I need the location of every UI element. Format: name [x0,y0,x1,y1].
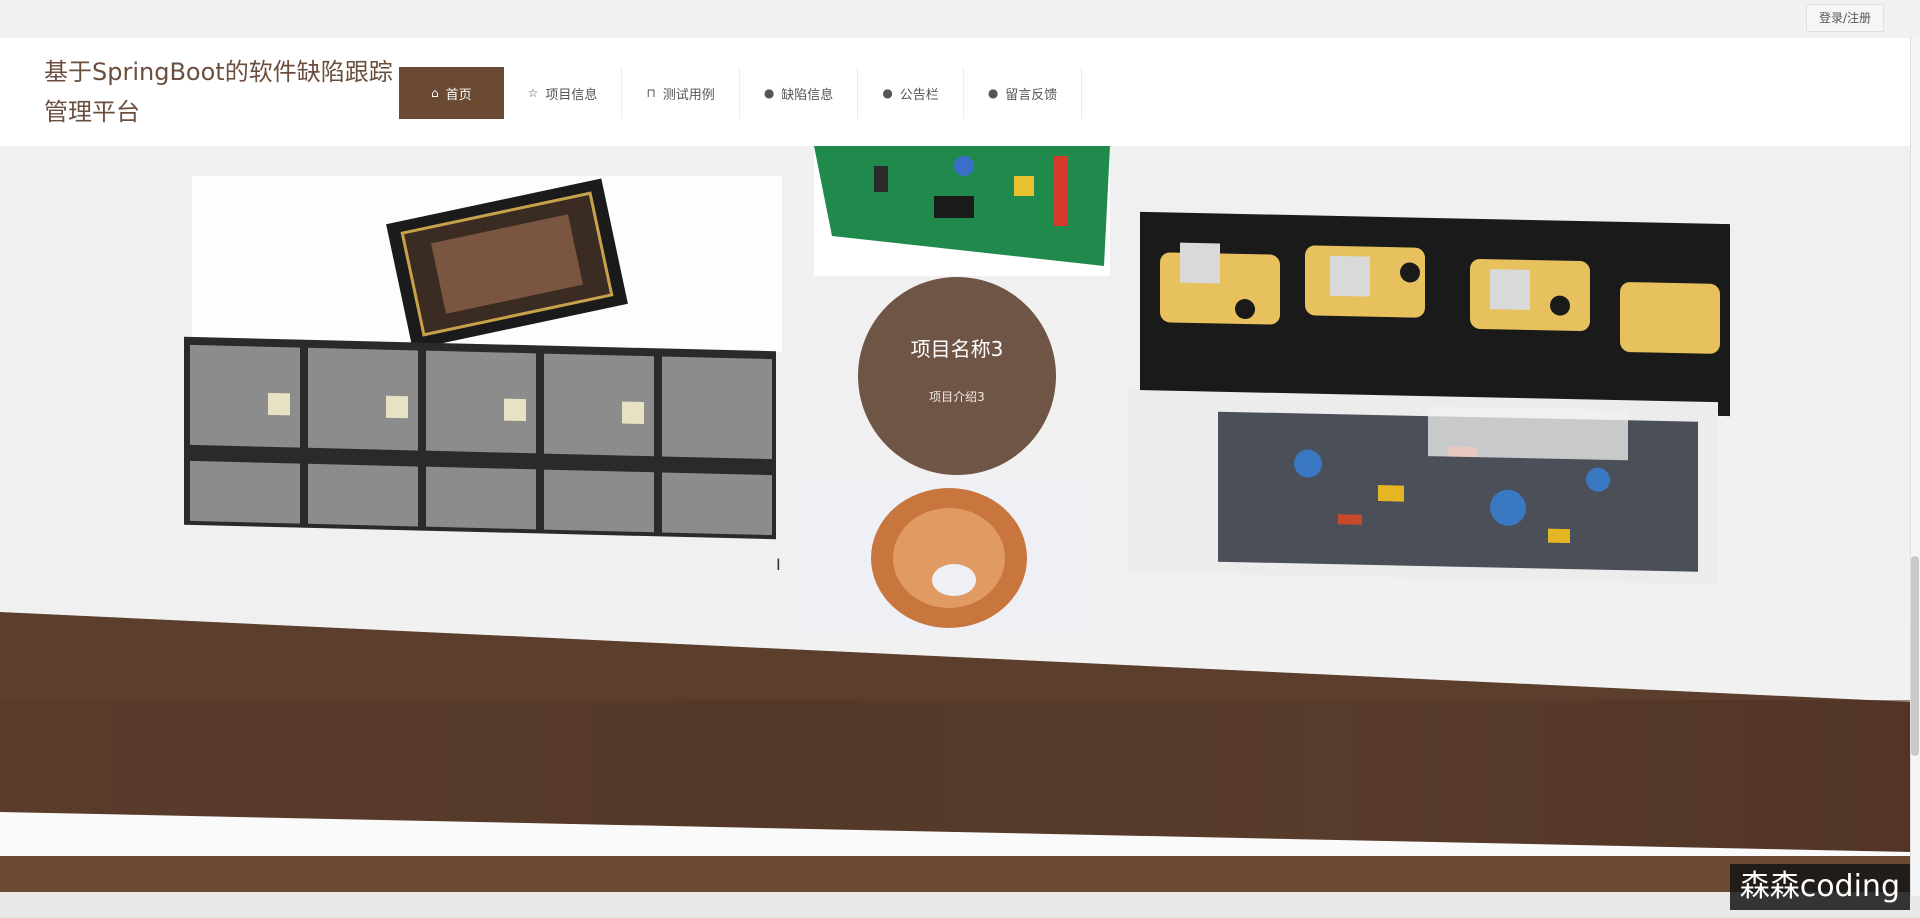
nav-label: 留言反馈 [1005,87,1058,103]
watermark: 森森coding [1729,864,1910,910]
home-icon: ⌂ [431,86,439,100]
top-utility-bar: 登录/注册 [0,0,1920,36]
power-transistors-image[interactable] [1140,211,1730,417]
circuit-board-image[interactable] [814,146,1110,276]
site-header: 基于SpringBoot的软件缺陷跟踪管理平台 ⌂ 首页 ☆ 项目信息 ⊓ 测试… [0,38,1910,146]
nav-label: 公告栏 [899,87,939,103]
bag-icon: ⊓ [646,86,656,100]
bottom-strip [0,892,1920,918]
cpu-chip-image[interactable] [192,176,782,352]
ic-chips-row-image[interactable] [184,336,776,540]
mixed-components-image[interactable] [1128,389,1718,585]
nav-item-announcements[interactable]: ● 公告栏 [858,67,964,119]
login-register-button[interactable]: 登录/注册 [1805,4,1884,32]
footer-band [0,856,1910,892]
featured-project-subtitle: 项目介绍3 [929,390,985,404]
nav-item-defects[interactable]: ● 缺陷信息 [740,67,859,119]
featured-project-title: 项目名称3 [910,337,1004,361]
main-nav: ⌂ 首页 ☆ 项目信息 ⊓ 测试用例 ● 缺陷信息 ● 公告栏 ● 留言反馈 [399,67,1083,119]
site-title: 基于SpringBoot的软件缺陷跟踪管理平台 [44,58,393,126]
nav-label: 缺陷信息 [781,87,834,103]
info-icon: ● [987,86,999,100]
alert-icon: ● [763,86,775,100]
nav-item-projects[interactable]: ☆ 项目信息 [504,67,623,119]
scrollbar-thumb[interactable] [1911,556,1919,756]
nav-label: 项目信息 [545,87,598,103]
nav-label: 测试用例 [662,87,715,103]
star-icon: ☆ [527,86,539,100]
featured-project-circle[interactable]: 项目名称3 项目介绍3 [858,277,1056,475]
nav-item-test-cases[interactable]: ⊓ 测试用例 [622,67,740,119]
vertical-scrollbar[interactable] [1910,36,1920,896]
question-icon: ● [882,86,893,100]
nav-item-feedback[interactable]: ● 留言反馈 [964,67,1083,119]
nav-item-home[interactable]: ⌂ 首页 [399,67,504,119]
toroid-coil-image[interactable] [804,480,1090,630]
text-cursor-icon: I [776,555,781,574]
nav-label: 首页 [445,87,472,103]
